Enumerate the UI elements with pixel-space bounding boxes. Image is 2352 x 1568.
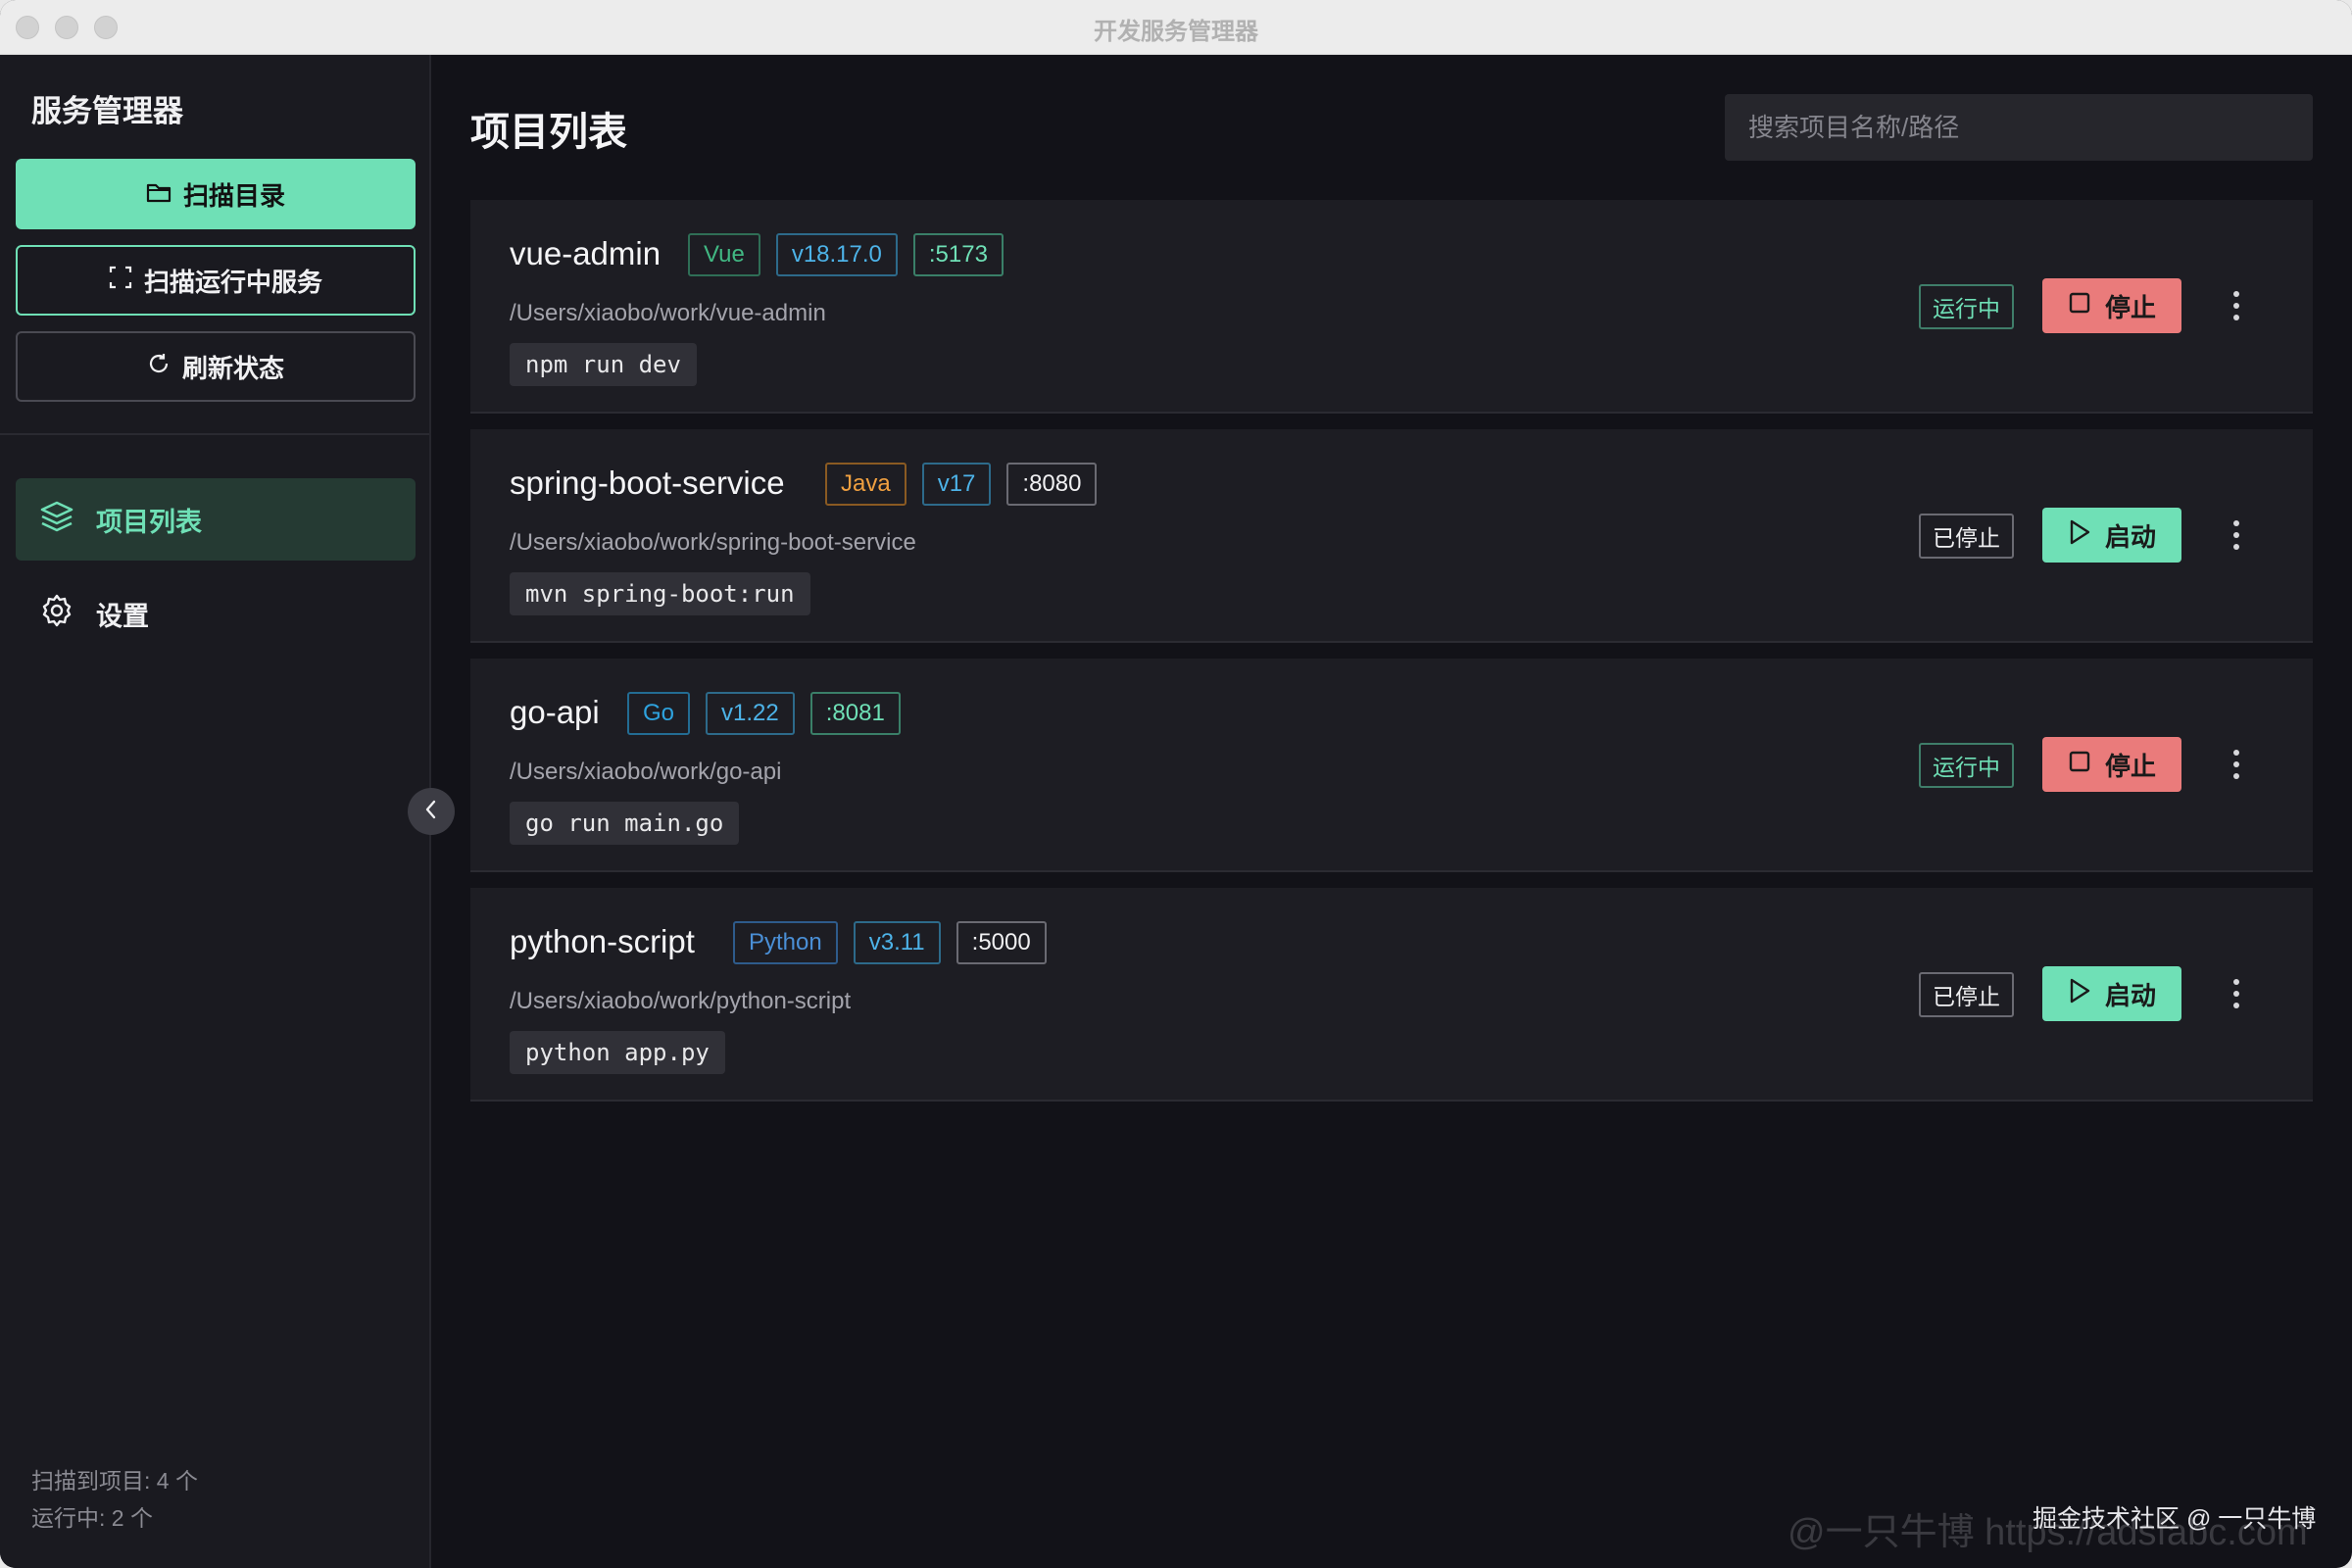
- language-tag: Python: [733, 921, 838, 964]
- sidebar-item-label: 项目列表: [96, 507, 202, 537]
- project-path: /Users/xiaobo/work/spring-boot-service: [510, 529, 916, 556]
- window-title: 开发服务管理器: [1094, 19, 1258, 45]
- sidebar-divider: [0, 433, 429, 435]
- play-icon: [2068, 519, 2091, 552]
- sidebar-item-label: 设置: [96, 601, 149, 631]
- version-tag: v1.22: [706, 692, 795, 735]
- project-path: /Users/xiaobo/work/python-script: [510, 988, 852, 1014]
- sidebar-item-projects[interactable]: 项目列表: [16, 478, 416, 561]
- port-tag: :5000: [956, 921, 1047, 964]
- running-count: 运行中: 2 个: [31, 1505, 153, 1531]
- collapse-sidebar-button[interactable]: [408, 788, 455, 835]
- stop-button-label: 停止: [2104, 292, 2156, 322]
- title-bar: 开发服务管理器: [0, 0, 2352, 55]
- project-path: /Users/xiaobo/work/go-api: [510, 759, 782, 785]
- project-command: go run main.go: [510, 802, 740, 845]
- project-path: /Users/xiaobo/work/vue-admin: [510, 300, 826, 326]
- language-tag: Go: [627, 692, 691, 735]
- sidebar: 服务管理器 扫描目录 扫描运行中服务 刷新状态 项目列表 设置 扫描到项目: 4…: [0, 55, 431, 1568]
- project-tags: Python v3.11 :5000: [733, 921, 1047, 964]
- app-window: 开发服务管理器 服务管理器 扫描目录 扫描运行中服务 刷新状态 项目列表 设置 …: [0, 0, 2352, 1568]
- language-tag: Vue: [688, 233, 760, 276]
- page-title: 项目列表: [470, 111, 627, 154]
- project-card: spring-boot-service Java v17 :8080 /User…: [470, 429, 2313, 643]
- start-button[interactable]: 启动: [2042, 966, 2181, 1021]
- project-command: mvn spring-boot:run: [510, 572, 810, 615]
- chevron-left-icon: [422, 799, 440, 825]
- more-icon: [2233, 291, 2239, 297]
- app-title: 服务管理器: [31, 94, 183, 128]
- status-badge: 已停止: [1919, 514, 2014, 559]
- project-name: python-script: [510, 923, 695, 959]
- more-options-button[interactable]: [2225, 741, 2248, 788]
- scan-running-services-button[interactable]: 扫描运行中服务: [16, 245, 416, 316]
- status-badge: 运行中: [1919, 743, 2014, 788]
- stop-button[interactable]: 停止: [2042, 278, 2181, 333]
- refresh-icon: [147, 352, 171, 382]
- scan-directory-label: 扫描目录: [182, 180, 285, 211]
- scan-frame-icon: [109, 266, 132, 296]
- version-tag: v3.11: [853, 921, 941, 964]
- more-options-button[interactable]: [2225, 512, 2248, 559]
- version-tag: v18.17.0: [775, 233, 898, 276]
- more-options-button[interactable]: [2225, 282, 2248, 329]
- project-card: go-api Go v1.22 :8081 /Users/xiaobo/work…: [470, 659, 2313, 872]
- stop-button-label: 停止: [2104, 751, 2156, 781]
- port-tag: :8081: [809, 692, 901, 735]
- stop-button[interactable]: 停止: [2042, 737, 2181, 792]
- folder-icon: [146, 179, 172, 210]
- scanned-count: 扫描到项目: 4 个: [31, 1468, 198, 1494]
- play-icon: [2068, 978, 2091, 1010]
- more-icon: [2233, 979, 2239, 985]
- project-name: spring-boot-service: [510, 465, 785, 501]
- gear-icon: [39, 593, 74, 635]
- start-button-label: 启动: [2104, 980, 2156, 1010]
- more-icon: [2233, 520, 2239, 526]
- status-badge: 运行中: [1919, 284, 2014, 329]
- stop-icon: [2068, 291, 2091, 321]
- watermark: 掘金技术社区 @ 一只牛博: [2033, 1505, 2317, 1533]
- sidebar-footer: 扫描到项目: 4 个 运行中: 2 个: [31, 1462, 198, 1537]
- project-name: vue-admin: [510, 235, 662, 271]
- project-name: go-api: [510, 694, 600, 730]
- project-card: python-script Python v3.11 :5000 /Users/…: [470, 888, 2313, 1102]
- status-badge: 已停止: [1919, 972, 2014, 1017]
- more-options-button[interactable]: [2225, 970, 2248, 1017]
- project-tags: Go v1.22 :8081: [627, 692, 901, 735]
- project-tags: Java v17 :8080: [825, 463, 1098, 506]
- layers-icon: [39, 500, 74, 540]
- start-button-label: 启动: [2104, 521, 2156, 552]
- sidebar-item-settings[interactable]: 设置: [16, 572, 416, 655]
- search-input[interactable]: [1725, 94, 2313, 161]
- scan-directory-button[interactable]: 扫描目录: [16, 159, 416, 229]
- language-tag: Java: [825, 463, 906, 506]
- stop-icon: [2068, 750, 2091, 780]
- more-icon: [2233, 750, 2239, 756]
- refresh-status-label: 刷新状态: [181, 353, 284, 383]
- project-card: vue-admin Vue v18.17.0 :5173 /Users/xiao…: [470, 200, 2313, 414]
- refresh-status-button[interactable]: 刷新状态: [16, 331, 416, 402]
- project-command: npm run dev: [510, 343, 697, 386]
- project-tags: Vue v18.17.0 :5173: [688, 233, 1004, 276]
- version-tag: v17: [921, 463, 992, 506]
- start-button[interactable]: 启动: [2042, 508, 2181, 563]
- port-tag: :5173: [912, 233, 1004, 276]
- port-tag: :8080: [1006, 463, 1098, 506]
- project-command: python app.py: [510, 1031, 725, 1074]
- scan-running-services-label: 扫描运行中服务: [143, 267, 322, 297]
